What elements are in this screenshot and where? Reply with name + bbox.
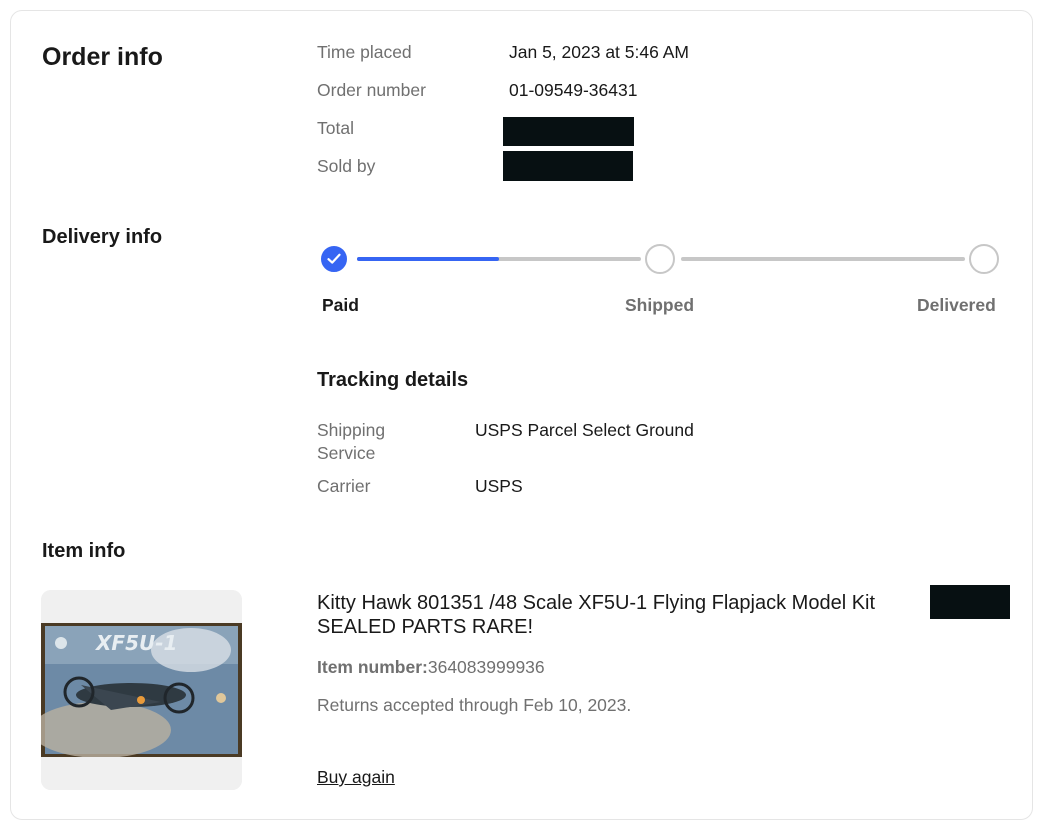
returns-policy: Returns accepted through Feb 10, 2023.	[317, 695, 632, 715]
item-price-redacted	[930, 585, 1010, 619]
total-redacted	[503, 117, 634, 146]
model-kit-box-image: XF5U-1	[41, 590, 242, 790]
delivery-progress-tracker: Paid Shipped Delivered	[321, 244, 1001, 324]
order-info-heading: Order info	[42, 43, 163, 71]
delivered-step-circle	[969, 244, 999, 274]
item-number: Item number:364083999936	[317, 657, 545, 678]
checkmark-icon	[327, 253, 341, 264]
sold-by-redacted	[503, 151, 633, 181]
shipping-service-value: USPS Parcel Select Ground	[475, 420, 694, 440]
sold-by-label: Sold by	[317, 156, 376, 176]
progress-fill	[357, 257, 499, 261]
progress-segment-shipped-delivered	[681, 257, 965, 261]
paid-step-circle	[321, 246, 347, 272]
buy-again-link[interactable]: Buy again	[317, 767, 395, 788]
order-number-label: Order number	[317, 80, 426, 100]
delivered-step-label: Delivered	[917, 295, 996, 315]
item-info-heading: Item info	[42, 540, 126, 562]
delivery-info-heading: Delivery info	[42, 226, 163, 248]
total-label: Total	[317, 118, 354, 138]
box-art-text: XF5U-1	[94, 631, 177, 655]
time-placed-value: Jan 5, 2023 at 5:46 AM	[509, 42, 689, 62]
item-title-link[interactable]: Kitty Hawk 801351 /48 Scale XF5U-1 Flyin…	[317, 591, 917, 639]
shipping-service-label: Shipping Service	[317, 420, 386, 463]
shipped-step-circle	[645, 244, 675, 274]
carrier-value: USPS	[475, 476, 523, 496]
tracking-details-heading: Tracking details	[317, 369, 469, 391]
carrier-label: Carrier	[317, 476, 371, 496]
item-number-label: Item number:	[317, 657, 428, 677]
order-details-card: Order info Time placed Jan 5, 2023 at 5:…	[10, 10, 1033, 820]
progress-segment-paid-shipped	[357, 257, 641, 261]
item-thumbnail[interactable]: XF5U-1	[41, 590, 242, 790]
order-number-value: 01-09549-36431	[509, 80, 638, 100]
item-number-value: 364083999936	[427, 657, 545, 677]
time-placed-label: Time placed	[317, 42, 412, 62]
paid-step-label: Paid	[322, 295, 359, 315]
shipped-step-label: Shipped	[625, 295, 695, 315]
